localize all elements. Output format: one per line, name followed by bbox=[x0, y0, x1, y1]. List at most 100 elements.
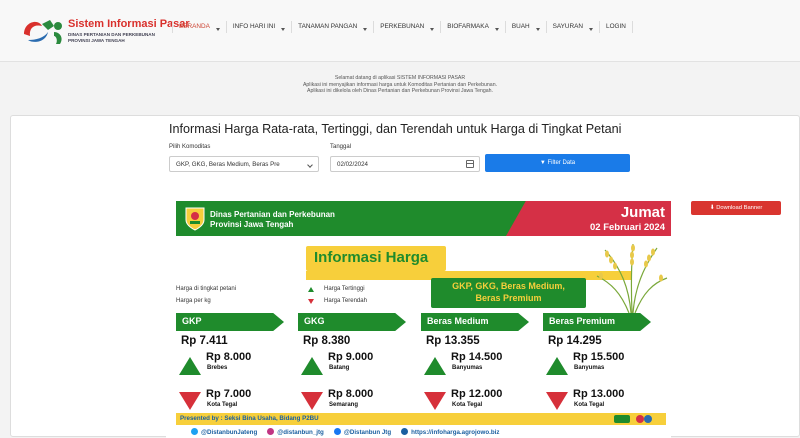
nav-item-tanaman-pangan[interactable]: TANAMAN PANGAN bbox=[291, 21, 373, 33]
lowest-down-icon bbox=[301, 392, 323, 410]
jateng-emblem-icon bbox=[185, 207, 205, 231]
top-header: Sistem Informasi Pasar Dinas Pertanian d… bbox=[0, 0, 800, 62]
komoditas-value: GKP, GKG, Beras Medium, Beras Pre bbox=[176, 161, 280, 168]
instagram-link[interactable]: @distanbun_jtg bbox=[267, 428, 324, 436]
legend-high: Harga Tertinggi bbox=[324, 286, 365, 292]
footer-logos-icon bbox=[614, 415, 652, 423]
highest-price: Rp 14.500 bbox=[451, 351, 503, 363]
instagram-icon bbox=[267, 428, 275, 435]
caret-down-icon bbox=[589, 27, 594, 31]
highest-up-icon bbox=[546, 357, 568, 375]
column-header: Beras Medium bbox=[421, 313, 529, 331]
nav-item-label: BUAH bbox=[511, 23, 530, 30]
nav-item-label: PERKEBUNAN bbox=[380, 23, 425, 30]
banner-footer: Presented by : Seksi Bina Usaha, Bidang … bbox=[176, 413, 666, 425]
nav-item-login[interactable]: LOGIN bbox=[599, 21, 633, 33]
info-title-box: Informasi Harga bbox=[306, 246, 446, 271]
twitter-handle: @DistanbunJateng bbox=[201, 429, 258, 436]
caret-down-icon bbox=[363, 27, 368, 31]
commodity-line-1: GKP, GKG, Beras Medium, bbox=[452, 281, 565, 291]
nav-item-perkebunan[interactable]: PERKEBUNAN bbox=[373, 21, 440, 33]
nav-item-buah[interactable]: BUAH bbox=[504, 21, 546, 33]
average-price: Rp 14.295 bbox=[548, 335, 602, 347]
commodity-name: Beras Premium bbox=[549, 316, 616, 326]
lowest-down-icon bbox=[424, 392, 446, 410]
nav-item-label: INFO HARI INI bbox=[232, 23, 276, 30]
highest-up-icon bbox=[179, 357, 201, 375]
caret-down-icon bbox=[215, 27, 220, 31]
presented-by: Presented by : Seksi Bina Usaha, Bidang … bbox=[180, 415, 319, 422]
chevron-down-icon bbox=[307, 162, 313, 168]
page-title: Informasi Harga Rata-rata, Tertinggi, da… bbox=[169, 122, 622, 136]
legend-low: Harga Terendah bbox=[324, 298, 367, 304]
welcome-line-2: Aplikasi ini menyajikan informasi harga … bbox=[302, 81, 498, 88]
legend-down-icon bbox=[308, 299, 314, 304]
tanggal-input[interactable]: 02/02/2024 bbox=[330, 156, 480, 172]
download-banner-button[interactable]: ⬇ Download Banner bbox=[691, 201, 781, 215]
download-icon: ⬇ bbox=[709, 205, 715, 211]
nav-item-info-hari-ini[interactable]: INFO HARI INI bbox=[225, 21, 291, 33]
banner-org: Dinas Pertanian dan Perkebunan Provinsi … bbox=[210, 210, 335, 230]
highest-up-icon bbox=[424, 357, 446, 375]
filter-button-label: Filter Data bbox=[547, 160, 576, 166]
lowest-location: Kota Tegal bbox=[207, 402, 238, 408]
website-link[interactable]: https://infoharga.agrojowo.biz bbox=[401, 428, 499, 436]
welcome-line-1: Selamat datang di aplikasi SISTEM INFORM… bbox=[334, 75, 466, 81]
main-nav: BERANDA INFO HARI INI TANAMAN PANGAN PERKEB… bbox=[172, 21, 633, 33]
lowest-down-icon bbox=[179, 392, 201, 410]
komoditas-select[interactable]: GKP, GKG, Beras Medium, Beras Pre bbox=[169, 156, 319, 172]
welcome-text: Selamat datang di aplikasi SISTEM INFORM… bbox=[0, 75, 800, 95]
filter-data-button[interactable]: ▼ Filter Data bbox=[485, 154, 630, 172]
average-price: Rp 13.355 bbox=[426, 335, 480, 347]
highest-price: Rp 15.500 bbox=[573, 351, 625, 363]
caret-down-icon bbox=[281, 27, 286, 31]
banner-org-line-1: Dinas Pertanian dan Perkebunan bbox=[210, 210, 335, 219]
nav-item-beranda[interactable]: BERANDA bbox=[172, 21, 226, 33]
highest-price: Rp 8.000 bbox=[206, 351, 252, 363]
facebook-link[interactable]: @Distanbun Jtg bbox=[333, 428, 391, 436]
nav-item-label: TANAMAN PANGAN bbox=[298, 23, 358, 30]
lowest-location: Semarang bbox=[329, 402, 359, 408]
website-url: https://infoharga.agrojowo.biz bbox=[411, 429, 500, 436]
commodity-name: Beras Medium bbox=[427, 316, 489, 326]
price-column: GKG Rp 8.380 Rp 9.000 Batang Rp 8.000 Semaran… bbox=[298, 313, 416, 423]
column-header: GKG bbox=[298, 313, 406, 331]
lowest-price: Rp 7.000 bbox=[206, 388, 252, 400]
average-price: Rp 7.411 bbox=[181, 335, 228, 347]
globe-icon bbox=[401, 428, 409, 435]
commodity-name: GKP bbox=[182, 316, 202, 326]
site-logo[interactable]: Sistem Informasi Pasar Dinas Pertanian d… bbox=[20, 16, 190, 46]
instagram-handle: @distanbun_jtg bbox=[277, 429, 324, 436]
highest-location: Brebes bbox=[207, 365, 228, 371]
nav-item-biofarmaka[interactable]: BIOFARMAKA bbox=[440, 21, 505, 33]
caret-down-icon bbox=[430, 27, 435, 31]
social-links: @DistanbunJateng @distanbun_jtg @Distanb… bbox=[176, 426, 666, 438]
commodity-name: GKG bbox=[304, 316, 325, 326]
column-header: GKP bbox=[176, 313, 284, 331]
twitter-link[interactable]: @DistanbunJateng bbox=[191, 428, 257, 436]
nav-item-sayuran[interactable]: SAYURAN bbox=[545, 21, 599, 33]
price-banner: Dinas Pertanian dan Perkebunan Provinsi … bbox=[166, 201, 671, 438]
highest-location: Batang bbox=[329, 365, 350, 371]
lowest-price: Rp 12.000 bbox=[451, 388, 503, 400]
calendar-icon[interactable] bbox=[466, 160, 474, 168]
nav-item-label: SAYURAN bbox=[552, 23, 584, 30]
tanggal-label: Tanggal bbox=[330, 144, 352, 150]
lowest-location: Kota Tegal bbox=[452, 402, 483, 408]
banner-date: 02 Februari 2024 bbox=[590, 222, 665, 233]
lowest-location: Kota Tegal bbox=[574, 402, 605, 408]
logo-subtitle: Dinas Pertanian dan Perkebunan Provinsi … bbox=[68, 32, 155, 43]
nav-item-label: BIOFARMAKA bbox=[447, 23, 489, 30]
legend-up-icon bbox=[308, 287, 314, 292]
rice-plant-image bbox=[596, 243, 668, 313]
highest-price: Rp 9.000 bbox=[328, 351, 374, 363]
average-price: Rp 8.380 bbox=[303, 335, 351, 347]
tanggal-value: 02/02/2024 bbox=[337, 161, 368, 168]
legend-petani: Harga di tingkat petani bbox=[176, 286, 237, 292]
twitter-icon bbox=[191, 428, 198, 435]
main-card: Informasi Harga Rata-rata, Tertinggi, da… bbox=[10, 115, 800, 438]
caret-down-icon bbox=[535, 27, 540, 31]
banner-org-line-2: Provinsi Jawa Tengah bbox=[210, 220, 294, 229]
download-button-label: Download Banner bbox=[716, 205, 763, 211]
highest-location: Banyumas bbox=[452, 365, 483, 371]
